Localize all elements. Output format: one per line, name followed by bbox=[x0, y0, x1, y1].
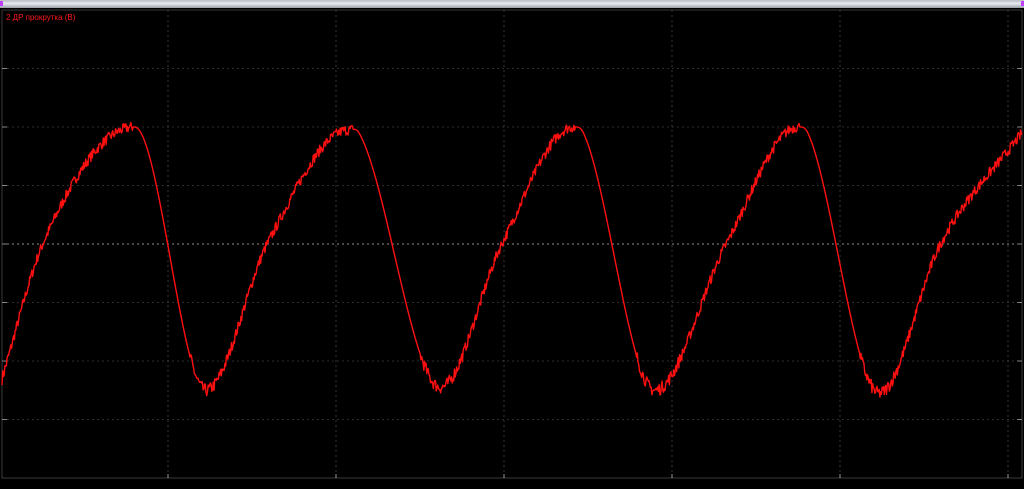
series-legend-label: 2 ДР прокрутка (В) bbox=[6, 13, 76, 22]
window-title-bar bbox=[0, 0, 1024, 8]
left-edge-marker bbox=[0, 1, 3, 6]
oscilloscope-plot bbox=[0, 8, 1024, 489]
plot-background bbox=[0, 8, 1024, 489]
